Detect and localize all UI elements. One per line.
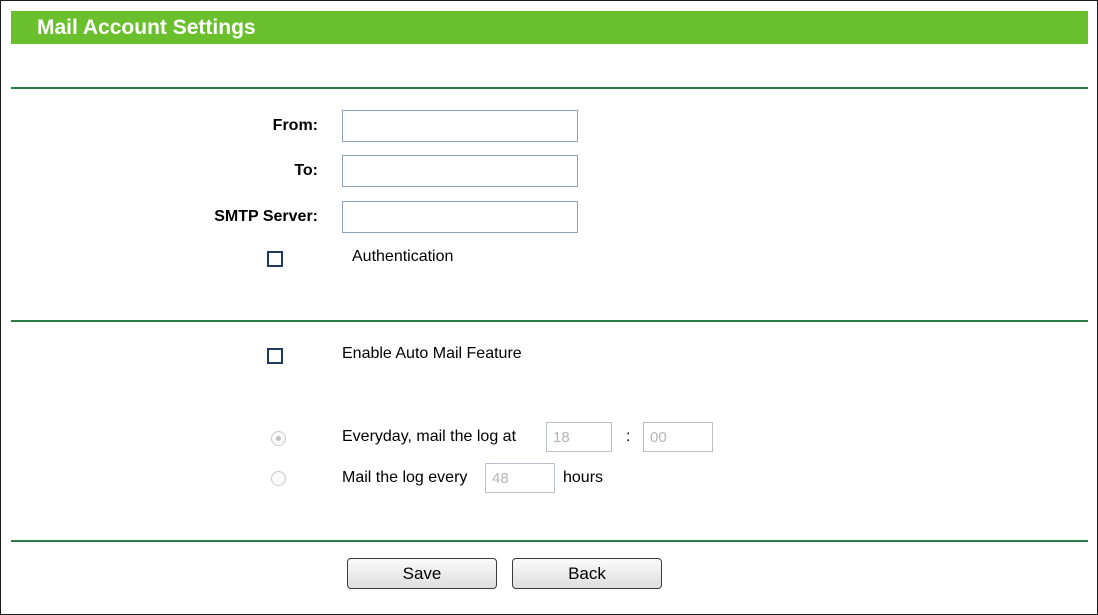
time-separator: :	[626, 428, 631, 445]
interval-hours-input[interactable]	[485, 463, 555, 493]
radio-selected-dot	[276, 436, 281, 441]
interval-mail-label-prefix: Mail the log every	[342, 469, 468, 486]
page-title: Mail Account Settings	[37, 16, 256, 39]
from-label: From:	[272, 117, 318, 134]
authentication-checkbox[interactable]	[267, 251, 283, 267]
save-button[interactable]: Save	[347, 558, 497, 589]
back-button[interactable]: Back	[512, 558, 662, 589]
enable-auto-mail-checkbox[interactable]	[267, 348, 283, 364]
to-label: To:	[294, 162, 318, 179]
smtp-server-label: SMTP Server:	[214, 208, 318, 225]
mail-account-settings-panel: Mail Account Settings From: To: SMTP Ser…	[0, 0, 1098, 615]
to-input[interactable]	[342, 155, 578, 187]
daily-mail-label: Everyday, mail the log at	[342, 428, 517, 445]
authentication-label: Authentication	[352, 248, 454, 265]
smtp-server-input[interactable]	[342, 201, 578, 233]
interval-mail-label-suffix: hours	[563, 469, 604, 486]
from-input[interactable]	[342, 110, 578, 142]
daily-hour-input[interactable]	[546, 422, 612, 452]
interval-mail-radio[interactable]	[271, 471, 286, 486]
divider-bottom	[11, 540, 1088, 542]
divider-middle	[11, 320, 1088, 322]
daily-mail-radio[interactable]	[271, 431, 286, 446]
daily-minute-input[interactable]	[643, 422, 713, 452]
section-header: Mail Account Settings	[11, 11, 1088, 44]
enable-auto-mail-label: Enable Auto Mail Feature	[342, 345, 522, 362]
divider-top	[11, 87, 1088, 89]
